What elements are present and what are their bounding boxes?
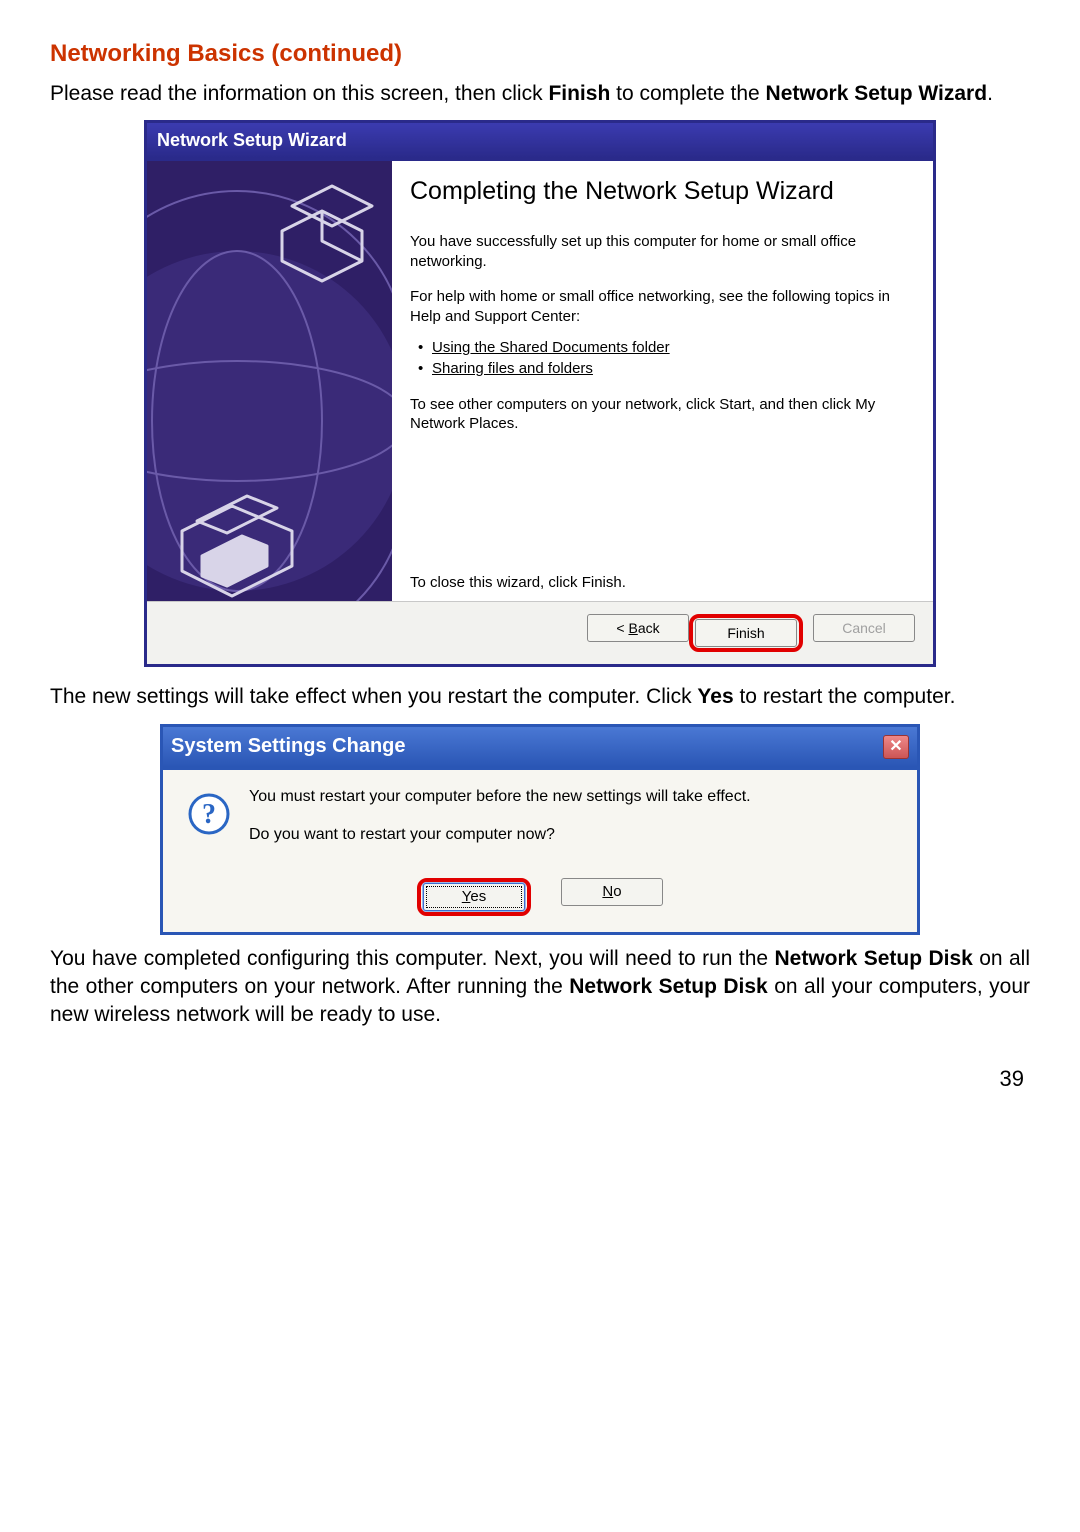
restart-paragraph: The new settings will take effect when y…	[50, 683, 1030, 711]
bold-yes: Yes	[697, 685, 733, 708]
cancel-button: Cancel	[813, 614, 915, 642]
text: es	[470, 888, 486, 905]
spacer	[410, 450, 915, 575]
shared-documents-link[interactable]: Using the Shared Documents folder	[432, 339, 670, 356]
bold-network-setup-disk: Network Setup Disk	[774, 947, 972, 970]
wizard-titlebar: Network Setup Wizard	[147, 123, 933, 161]
bold-finish: Finish	[548, 82, 610, 105]
finish-button[interactable]: Finish	[695, 619, 797, 647]
final-paragraph: You have completed configuring this comp…	[50, 945, 1030, 1030]
text: N	[602, 883, 613, 900]
wizard-network-places-text: To see other computers on your network, …	[410, 395, 915, 434]
text: You have completed configuring this comp…	[50, 947, 774, 970]
text: The new settings will take effect when y…	[50, 685, 697, 708]
dialog-titlebar: System Settings Change ✕	[163, 727, 917, 770]
dialog-line-2: Do you want to restart your computer now…	[249, 826, 751, 844]
text: ack	[638, 620, 660, 636]
dialog-body: ? You must restart your computer before …	[163, 770, 917, 874]
text: to complete the	[610, 82, 765, 105]
text: <	[616, 620, 628, 636]
text: Please read the information on this scre…	[50, 82, 548, 105]
no-button[interactable]: No	[561, 878, 663, 906]
bold-network-setup-disk: Network Setup Disk	[569, 975, 767, 998]
globe-devices-icon	[147, 161, 392, 601]
highlight-ring: Finish	[689, 614, 803, 652]
dialog-button-row: Yes No	[163, 874, 917, 932]
wizard-help-intro: For help with home or small office netwo…	[410, 287, 915, 326]
sharing-files-link[interactable]: Sharing files and folders	[432, 360, 593, 377]
wizard-success-text: You have successfully set up this comput…	[410, 232, 915, 271]
system-settings-change-dialog: System Settings Change ✕ ? You must rest…	[160, 724, 920, 935]
bold-network-setup-wizard: Network Setup Wizard	[766, 82, 988, 105]
page-title: Networking Basics (continued)	[50, 40, 1030, 68]
wizard-graphic-panel	[147, 161, 392, 601]
text: o	[613, 883, 621, 900]
text: .	[987, 82, 993, 105]
text: B	[628, 620, 637, 636]
wizard-close-hint: To close this wizard, click Finish.	[410, 574, 915, 591]
close-icon[interactable]: ✕	[883, 735, 909, 759]
highlight-ring: Yes	[417, 878, 531, 916]
page-number: 39	[50, 1066, 1030, 1092]
svg-text:?: ?	[202, 799, 216, 830]
text: to restart the computer.	[734, 685, 956, 708]
intro-paragraph: Please read the information on this scre…	[50, 80, 1030, 108]
wizard-content: Completing the Network Setup Wizard You …	[392, 161, 933, 601]
yes-button[interactable]: Yes	[423, 883, 525, 911]
wizard-button-bar: < Back Finish Cancel	[147, 601, 933, 664]
back-button[interactable]: < Back	[587, 614, 689, 642]
list-item: Using the Shared Documents folder	[418, 338, 915, 358]
network-setup-wizard-window: Network Setup Wizard	[144, 120, 936, 667]
dialog-line-1: You must restart your computer before th…	[249, 788, 751, 806]
list-item: Sharing files and folders	[418, 359, 915, 379]
question-icon: ?	[177, 788, 231, 841]
wizard-body: Completing the Network Setup Wizard You …	[147, 161, 933, 601]
dialog-text: You must restart your computer before th…	[249, 788, 751, 864]
dialog-title: System Settings Change	[171, 735, 406, 758]
wizard-heading: Completing the Network Setup Wizard	[410, 177, 915, 206]
wizard-help-links: Using the Shared Documents folder Sharin…	[418, 338, 915, 379]
